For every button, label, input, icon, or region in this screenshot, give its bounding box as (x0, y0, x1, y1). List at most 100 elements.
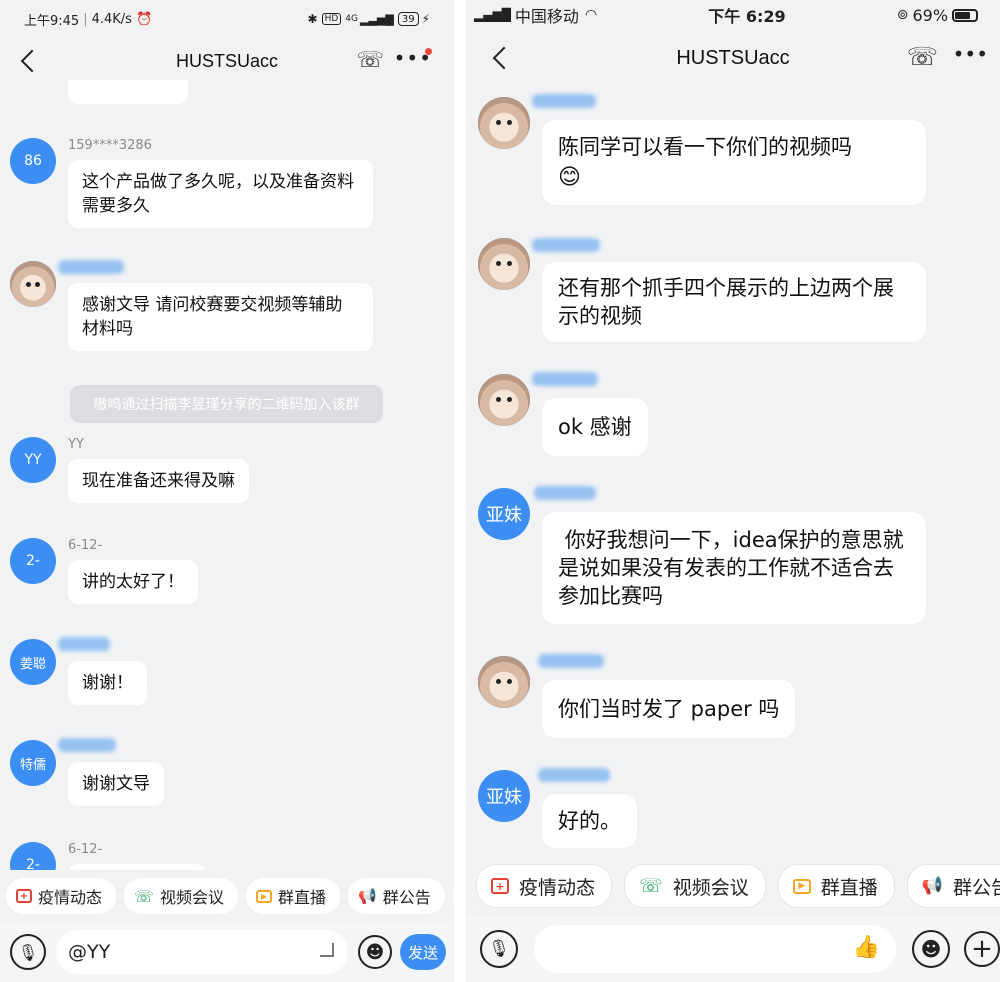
message-bubble[interactable]: 这个产品做了多久呢，以及准备资料需要多久 (68, 160, 373, 228)
chat-title: HUSTSUacc (676, 46, 790, 69)
sender-name: 159****3286 (68, 138, 152, 153)
message-bubble[interactable]: ok 感谢 (542, 398, 648, 456)
message-bubble[interactable]: 谢谢文导 (68, 762, 164, 806)
tv-icon: ▶ (792, 878, 811, 894)
shortcut-epidemic[interactable]: + 疫情动态 (6, 878, 117, 914)
video-call-icon[interactable]: ☏ (907, 42, 938, 71)
left-screen: 上午9:45 | 4.4K/s ⏰ ✱ HD 4G ▂▃▅▇ 39 ⚡ HUST… (0, 0, 454, 982)
shortcut-announcement[interactable]: 📢 群公告 (348, 878, 445, 914)
message-bubble[interactable]: 感谢文导 请问校赛要交视频等辅助材料吗 (68, 283, 373, 351)
battery-percent: 69% (912, 5, 949, 25)
plus-icon[interactable]: + (964, 931, 1000, 967)
cat-avatar-image (478, 656, 530, 708)
mic-icon[interactable]: 🎙 (10, 934, 46, 970)
shortcut-live[interactable]: ▶ 群直播 (777, 864, 895, 908)
input-text: @YY (68, 941, 111, 963)
charging-icon: ⚡ (421, 12, 430, 26)
avatar-label: 2- (26, 553, 40, 569)
redacted-name (58, 738, 116, 752)
redacted-name (538, 654, 604, 668)
avatar[interactable]: 特儒 (10, 740, 56, 786)
megaphone-icon: 📢 (358, 887, 377, 905)
message-bubble-partial[interactable] (68, 80, 188, 104)
orientation-lock-icon: ⊚ (896, 7, 909, 23)
redacted-name (534, 486, 596, 500)
system-notice: 嗷呜通过扫描李昱瑾分享的二维码加入该群 (70, 385, 383, 423)
shortcut-label: 视频会议 (160, 888, 225, 907)
avatar[interactable]: YY (10, 437, 56, 483)
shortcut-label: 疫情动态 (519, 876, 596, 899)
shortcut-video-meeting[interactable]: ☏ 视频会议 (624, 864, 766, 908)
shortcut-video-meeting[interactable]: ☏ 视频会议 (124, 878, 239, 914)
back-icon[interactable] (492, 46, 516, 70)
cat-avatar-image (10, 261, 56, 307)
shortcut-label: 疫情动态 (38, 888, 103, 907)
redacted-name (58, 260, 124, 274)
message-bubble[interactable]: 好的。 (542, 794, 637, 848)
shortcut-bar: + 疫情动态 ☏ 视频会议 ▶ 群直播 📢 群公告 ••• (0, 870, 454, 922)
message-bubble[interactable]: 还有那个抓手四个展示的上边两个展示的视频 (542, 262, 926, 342)
network-label: 4G (345, 14, 358, 24)
status-bar: 上午9:45 | 4.4K/s ⏰ ✱ HD 4G ▂▃▅▇ 39 ⚡ (24, 11, 430, 29)
battery-icon: 39 (397, 12, 419, 26)
avatar[interactable] (478, 656, 530, 708)
message-bubble[interactable]: 陈同学可以看一下你们的视频吗 😊 (542, 120, 926, 205)
shortcut-epidemic[interactable]: + 疫情动态 (476, 864, 613, 908)
message-bubble[interactable]: 你好我想问一下，idea保护的意思就是说如果没有发表的工作就不适合去参加比赛吗 (542, 512, 926, 624)
tv-icon: ▶ (256, 889, 273, 903)
shortcut-bar: + 疫情动态 ☏ 视频会议 ▶ 群直播 📢 群公告 (466, 862, 1000, 910)
redacted-name (58, 637, 110, 651)
message-input[interactable]: 👍 (534, 925, 896, 973)
avatar[interactable] (10, 261, 56, 307)
avatar-label: 特儒 (19, 757, 46, 773)
carrier-name: 中国移动 (514, 7, 579, 26)
thumbs-up-icon[interactable]: 👍 (853, 935, 880, 960)
back-icon[interactable] (20, 49, 44, 73)
video-phone-icon: ☏ (134, 886, 155, 906)
megaphone-icon: 📢 (921, 876, 943, 896)
redacted-name (532, 238, 600, 252)
emoji-icon[interactable]: ☻ (358, 935, 392, 969)
redacted-name (538, 768, 610, 782)
message-bubble[interactable]: 你们当时发了 paper 吗 (542, 680, 796, 738)
send-button[interactable]: 发送 (400, 934, 446, 970)
redacted-name (532, 372, 598, 386)
hd-icon: HD (321, 13, 342, 25)
avatar[interactable] (478, 374, 530, 426)
shortcut-label: 群直播 (820, 876, 878, 899)
battery-icon (952, 8, 979, 22)
expand-icon[interactable] (320, 943, 334, 957)
notification-dot (425, 48, 432, 55)
avatar[interactable]: 姜聪 (10, 639, 56, 685)
avatar-label: YY (24, 452, 42, 468)
message-bubble[interactable]: 谢谢！ (68, 661, 147, 705)
avatar[interactable] (478, 97, 530, 149)
signal-icon: ▂▃▅▇ (359, 12, 394, 26)
message-bubble[interactable]: 讲的太好了！ (68, 560, 198, 604)
video-phone-icon: ☏ (639, 875, 663, 897)
status-time: 上午9:45 (24, 13, 80, 29)
avatar[interactable]: 86 (10, 138, 56, 184)
mic-icon[interactable]: 🎙 (480, 930, 518, 968)
nav-bar: HUSTSUacc ☏ ••• (466, 30, 1000, 86)
cat-avatar-image (478, 238, 530, 290)
avatar[interactable]: 亚妹 (478, 770, 530, 822)
input-bar: 🎙 👍 ☻ + (466, 916, 1000, 982)
shortcut-announcement[interactable]: 📢 群公告 (906, 864, 1000, 908)
shortcut-label: 群直播 (278, 888, 327, 907)
shortcut-label: 群公告 (952, 876, 1000, 899)
screen-divider (454, 0, 466, 982)
wifi-icon: ◠ (584, 7, 598, 23)
status-time: 下午 6:29 (708, 7, 786, 26)
avatar[interactable] (478, 238, 530, 290)
avatar[interactable]: 2- (10, 538, 56, 584)
avatar[interactable]: 亚妹 (478, 488, 530, 540)
more-icon[interactable]: ••• (953, 42, 988, 66)
shortcut-live[interactable]: ▶ 群直播 (246, 878, 341, 914)
avatar-label: 86 (24, 153, 42, 169)
video-call-icon[interactable]: ☏ (356, 48, 384, 73)
shortcut-label: 视频会议 (672, 876, 749, 899)
emoji-icon[interactable]: ☻ (912, 930, 950, 968)
message-bubble[interactable]: 现在准备还来得及嘛 (68, 459, 249, 503)
message-input[interactable]: @YY (56, 930, 348, 974)
